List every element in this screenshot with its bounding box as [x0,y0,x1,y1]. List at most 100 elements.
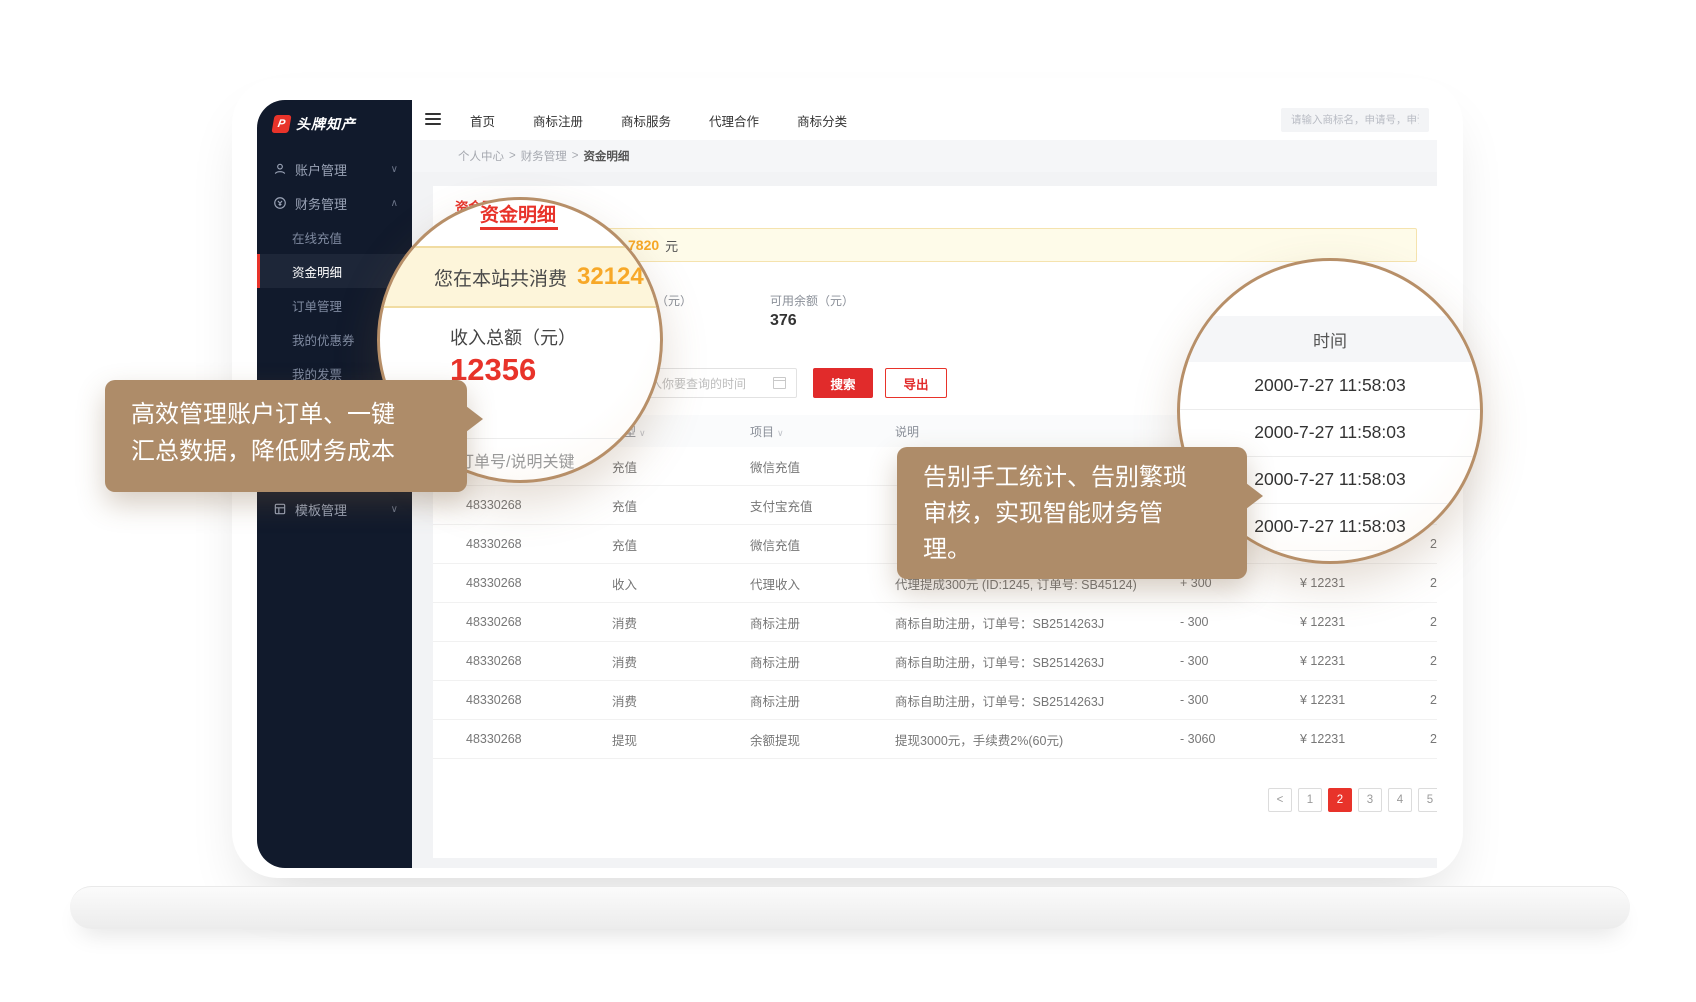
export-button[interactable]: 导出 [885,368,947,398]
col-desc: 说明 [895,423,1180,440]
cell-amount: - 3060 [1180,732,1270,746]
template-icon [273,502,287,516]
cell-order: 48330268 [466,732,612,746]
magnified-time-cell: 2000-7-27 11:58:03 [1180,362,1480,410]
callout-text: 汇总数据，降低财务成本 [131,433,467,470]
magnified-banner-amount: 32124 [577,263,644,291]
brand-logo: P 头牌知产 [273,114,356,134]
cell-desc: 商标自助注册，订单号：SB2514263J [895,652,1180,671]
sidebar-item-finance[interactable]: 财务管理 ∧ [257,186,412,220]
cell-amount: - 300 [1180,654,1270,668]
cell-project: 微信充值 [750,535,895,554]
cell-balance: ¥ 12231 [1270,615,1420,629]
cell-time: 2000-7-27 11:58:03 [1420,693,1437,707]
expense-stat-unit: （元） [656,292,692,309]
banner-unit: 元 [665,236,678,255]
cell-type: 充值 [612,535,750,554]
sort-caret-icon: ∨ [639,428,646,438]
cell-order: 48330268 [466,693,612,707]
callout-right: 告别手工统计、告别繁琐 审核，实现智能财务管 理。 [897,447,1247,579]
sidebar-item-label: 账户管理 [295,160,383,179]
table-row: 48330268消费商标注册商标自助注册，订单号：SB2514263J- 300… [433,642,1437,681]
sidebar-item-label: 财务管理 [295,194,383,213]
calendar-icon [773,377,786,389]
pagination-page-3[interactable]: 3 [1358,788,1382,812]
breadcrumb-separator: > [509,150,516,162]
table-row: 48330268提现余额提现提现3000元，手续费2%(60元)- 3060¥ … [433,720,1437,759]
cell-type: 消费 [612,613,750,632]
callout-arrow-icon [466,406,483,432]
cell-balance: ¥ 12231 [1270,693,1420,707]
cell-project: 商标注册 [750,652,895,671]
cell-type: 消费 [612,652,750,671]
cell-time: 2000-7-27 11:58:03 [1420,615,1437,629]
chevron-up-icon: ∧ [391,198,398,209]
nav-home[interactable]: 首页 [470,111,495,130]
magnified-banner-text: 您在本站共消费 [434,264,567,291]
magnified-banner: 您在本站共消费 32124 [377,246,663,308]
callout-arrow-icon [1246,483,1263,509]
sidebar-item-account[interactable]: 账户管理 ∨ [257,152,412,186]
laptop-base [70,886,1630,929]
magnified-time-header: 时间 [1180,316,1480,362]
cell-project: 余额提现 [750,730,895,749]
nav-trademark-register[interactable]: 商标注册 [533,111,583,130]
cell-desc: 商标自助注册，订单号：SB2514263J [895,613,1180,632]
user-icon [273,162,287,176]
pagination-page-1[interactable]: 1 [1298,788,1322,812]
cell-order: 48330268 [466,498,612,512]
cell-desc: 商标自助注册，订单号：SB2514263J [895,691,1180,710]
pagination: < 1 2 3 4 5 [1268,788,1437,812]
callout-text: 高效管理账户订单、一键 [131,396,467,433]
pagination-page-5[interactable]: 5 [1418,788,1437,812]
nav-trademark-service[interactable]: 商标服务 [621,111,671,130]
cell-type: 充值 [612,496,750,515]
callout-text: 告别手工统计、告别繁琐 [923,460,1247,496]
nav-agent-cooperation[interactable]: 代理合作 [709,111,759,130]
search-input[interactable] [1281,108,1429,132]
income-stat-label: 收入总额（元） [450,324,576,350]
cell-project: 商标注册 [750,613,895,632]
callout-text: 审核，实现智能财务管 [923,496,1247,532]
pagination-page-2-active[interactable]: 2 [1328,788,1352,812]
cell-project: 微信充值 [750,457,895,476]
breadcrumb-separator: > [572,150,579,162]
magnified-tab-underline [480,227,558,230]
nav-trademark-category[interactable]: 商标分类 [797,111,847,130]
menu-icon[interactable] [425,113,441,125]
cell-type: 收入 [612,574,750,593]
breadcrumb: 个人中心 > 财务管理 > 资金明细 [412,140,1437,172]
breadcrumb-part[interactable]: 个人中心 [458,148,504,164]
chevron-down-icon: ∨ [391,164,398,175]
callout-text: 理。 [923,532,1247,568]
col-project[interactable]: 项目∨ [750,423,895,440]
cell-time: 2000-7-27 11:58:03 [1420,732,1437,746]
callout-left: 高效管理账户订单、一键 汇总数据，降低财务成本 [105,380,467,492]
cell-order: 48330268 [466,615,612,629]
pagination-prev[interactable]: < [1268,788,1292,812]
balance-stat-value: 376 [770,312,797,330]
balance-stat-label: 可用余额（元） [770,292,854,309]
magnified-table-header: 订单号/说明关键 [458,448,574,472]
cell-time: 2000-7-27 11:58:03 [1420,654,1437,668]
top-navigation: 首页 商标注册 商标服务 代理合作 商标分类 [470,100,847,140]
cell-type: 提现 [612,730,750,749]
cell-balance: ¥ 12231 [1270,732,1420,746]
cell-time: 2000-7-27 11:58:03 [1420,576,1437,590]
breadcrumb-part[interactable]: 财务管理 [521,148,567,164]
chevron-down-icon: ∨ [391,504,398,515]
brand-name: 头牌知产 [296,114,356,134]
pagination-page-4[interactable]: 4 [1388,788,1412,812]
cell-project: 商标注册 [750,691,895,710]
cell-amount: - 300 [1180,615,1270,629]
sidebar-item-label: 模板管理 [295,500,383,519]
cell-order: 48330268 [466,576,612,590]
cell-desc: 提现3000元，手续费2%(60元) [895,730,1180,749]
cell-balance: ¥ 12231 [1270,576,1420,590]
search-button[interactable]: 搜索 [813,368,873,398]
cell-project: 代理收入 [750,574,895,593]
cell-type: 充值 [612,457,750,476]
brand-logo-icon: P [271,115,291,133]
sidebar-item-templates[interactable]: 模板管理 ∨ [257,492,412,526]
magnified-tab: 资金明细 [480,200,556,227]
